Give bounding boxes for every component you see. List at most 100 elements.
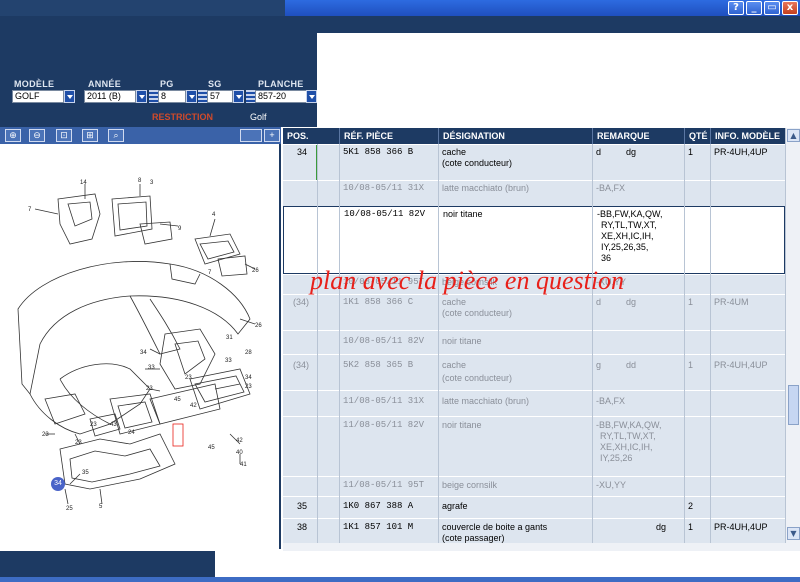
svg-text:42: 42 (236, 438, 243, 444)
svg-text:25: 25 (66, 506, 73, 512)
col-remarque[interactable]: REMARQUE (592, 128, 684, 144)
svg-text:9: 9 (178, 226, 182, 232)
cell-remarque: d dg (596, 297, 637, 307)
cell-ref: 1K1 857 101 M (343, 522, 414, 532)
svg-text:23: 23 (185, 375, 192, 381)
cell-ref: 1K0 867 388 A (343, 501, 414, 511)
col-designation[interactable]: DÉSIGNATION (438, 128, 592, 144)
cell-remarque-4: IY,25,26,35, (601, 242, 649, 252)
svg-text:23: 23 (42, 432, 49, 438)
parts-table[interactable]: 34 5K1 858 366 B cache (cote conducteur)… (283, 144, 785, 543)
taskbar (0, 577, 800, 582)
cell-designation: latte macchiato (brun) (442, 396, 530, 406)
cell-remarque: dg (596, 522, 667, 532)
pg-dropdown-icon[interactable] (186, 90, 197, 103)
search-icon[interactable]: ⌕ (108, 129, 124, 142)
svg-text:43: 43 (110, 422, 117, 428)
cell-ref: 11/08-05/11 95T (343, 480, 425, 490)
scroll-down-icon[interactable]: ▼ (787, 527, 800, 540)
svg-text:4: 4 (212, 212, 216, 218)
pg-select[interactable]: 8 (158, 90, 186, 103)
cell-remarque: -BA,FX (596, 183, 626, 193)
column-divider (710, 144, 711, 543)
horizontal-scrollbar[interactable] (283, 543, 800, 551)
sg-select[interactable]: 57 (207, 90, 233, 103)
svg-text:33: 33 (225, 358, 232, 364)
cell-info: PR-4UH,4UP (714, 522, 768, 532)
cell-ref: 5K1 858 366 B (343, 147, 414, 157)
bottom-status-panel (0, 551, 215, 577)
cell-remarque: -BA,FX (596, 396, 626, 406)
cell-designation: noir titane (442, 420, 482, 430)
zoom-in-icon[interactable]: ⊕ (5, 129, 21, 142)
diagram-toolbar: ⊕ ⊖ ⊡ ⊞ ⌕ + (0, 127, 281, 144)
col-info[interactable]: INFO. MODÈLE (710, 128, 785, 144)
zoom-fit-icon[interactable]: ⊡ (56, 129, 72, 142)
minimize-button[interactable]: _ (746, 1, 762, 15)
cell-remarque-3: XE,XH,IC,IH, (600, 442, 653, 452)
cell-designation: cache (442, 147, 467, 157)
help-button[interactable]: ? (728, 1, 744, 15)
col-qte[interactable]: QTÉ (684, 128, 710, 144)
list-view-icon[interactable] (240, 129, 262, 142)
cell-pos: 35 (297, 501, 308, 511)
cell-ref: 10/08-05/11 82V (344, 209, 426, 219)
column-divider (438, 144, 439, 543)
modele-select[interactable]: GOLF (12, 90, 64, 103)
restore-button[interactable]: ▭ (764, 1, 780, 15)
svg-text:8: 8 (138, 178, 142, 184)
annotation-overlay: plan avec la pièce en question (310, 266, 625, 295)
column-divider (592, 144, 593, 543)
cell-designation: noir titane (443, 209, 483, 219)
cell-designation: cache (442, 360, 467, 370)
pg-list-icon[interactable] (149, 90, 158, 103)
cell-qty: 1 (688, 147, 694, 157)
title-bar[interactable]: ? _ ▭ x (0, 0, 800, 16)
header-blank-panel (317, 33, 800, 127)
zoom-100-icon[interactable]: ⊞ (82, 129, 98, 142)
annee-select[interactable]: 2011 (B) (84, 90, 136, 103)
cell-ref: 10/08-05/11 82V (343, 336, 425, 346)
svg-text:35: 35 (82, 470, 89, 476)
svg-text:23: 23 (75, 440, 82, 446)
planche-dropdown-icon[interactable] (306, 90, 317, 103)
svg-text:33: 33 (148, 365, 155, 371)
cell-ref: 11/08-05/11 31X (343, 396, 425, 406)
cell-pos: 38 (297, 522, 308, 532)
cell-remarque-2: RY,TL,TW,XT, (601, 220, 657, 230)
cell-designation: noir titane (442, 336, 482, 346)
cell-remarque-5: 36 (601, 253, 612, 263)
sg-label: SG (208, 79, 222, 89)
annee-dropdown-icon[interactable] (136, 90, 147, 103)
scroll-thumb[interactable] (788, 385, 799, 425)
column-divider (317, 144, 318, 543)
planche-list-icon[interactable] (246, 90, 255, 103)
table-scrollbar[interactable]: ▲ ▼ (785, 128, 800, 543)
zoom-out-icon[interactable]: ⊖ (29, 129, 45, 142)
pg-label: PG (160, 79, 174, 89)
svg-text:41: 41 (240, 462, 247, 468)
cell-designation: agrafe (442, 501, 468, 511)
col-ref[interactable]: RÉF. PIÈCE (339, 128, 438, 144)
svg-text:45: 45 (208, 445, 215, 451)
cell-pos: (34) (293, 297, 310, 307)
planche-select[interactable]: 857-20 (255, 90, 307, 103)
scroll-up-icon[interactable]: ▲ (787, 129, 800, 142)
sg-list-icon[interactable] (198, 90, 207, 103)
sg-dropdown-icon[interactable] (233, 90, 244, 103)
parts-catalog-window: ? _ ▭ x MODÈLE ANNÉE PG SG PLANCHE GOLF … (0, 0, 800, 582)
exploded-parts-diagram[interactable]: 14 8 3 7 9 4 26 7 26 31 34 33 23 33 23 34 23 28 4… (0, 144, 281, 549)
restriction-link[interactable]: RESTRICTION (152, 112, 213, 122)
cell-info: PR-4UH,4UP (714, 147, 768, 157)
position-badge[interactable]: 34 (51, 477, 65, 491)
svg-text:3: 3 (150, 180, 154, 186)
cell-remarque: d dg (596, 147, 637, 157)
svg-text:28: 28 (245, 350, 252, 356)
annee-label: ANNÉE (88, 79, 122, 89)
col-pos[interactable]: POS. (283, 128, 317, 144)
move-icon[interactable]: + (264, 129, 280, 142)
modele-dropdown-icon[interactable] (64, 90, 75, 103)
close-button[interactable]: x (782, 1, 798, 15)
cell-qty: 2 (688, 501, 694, 511)
dashboard-exploded-view-drawing: 14 8 3 7 9 4 26 7 26 31 34 33 23 33 23 34 23 28 4… (17, 178, 262, 512)
